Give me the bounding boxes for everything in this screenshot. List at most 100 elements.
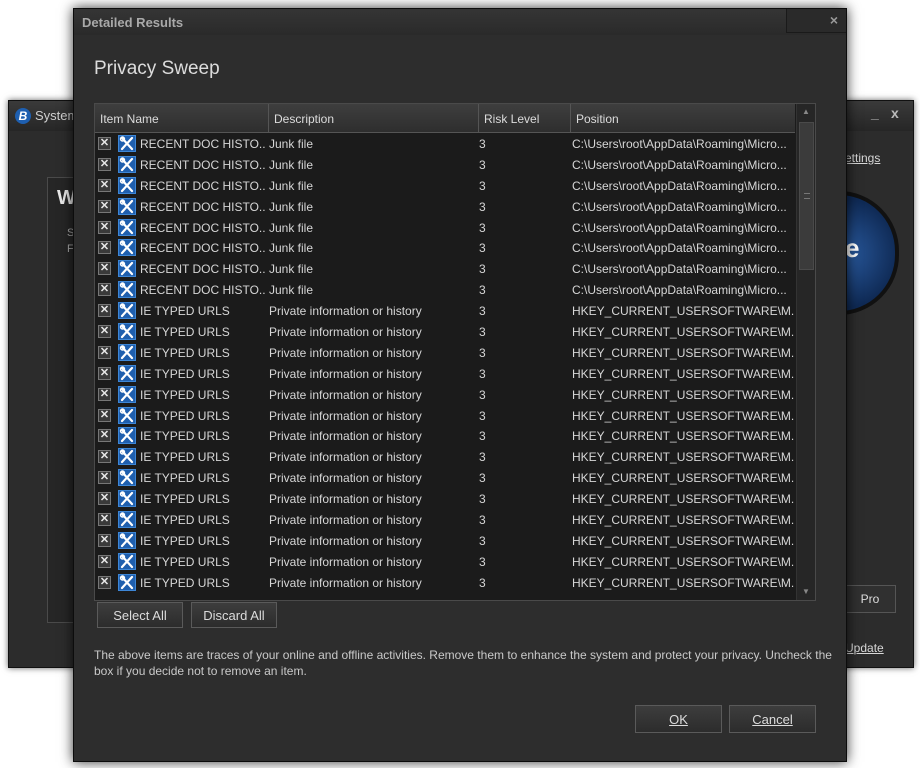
item-name-cell: IE TYPED URLS xyxy=(140,533,230,548)
column-header-risk-level[interactable]: Risk Level xyxy=(479,104,571,132)
row-checkbox[interactable]: ✕ xyxy=(98,178,111,192)
repair-tools-icon xyxy=(118,552,136,570)
row-checkbox[interactable]: ✕ xyxy=(98,492,111,506)
item-name-cell: IE TYPED URLS xyxy=(140,450,230,465)
settings-link[interactable]: ettings xyxy=(845,151,880,165)
discard-all-button[interactable]: Discard All xyxy=(191,602,277,628)
position-cell: HKEY_CURRENT_USERSOFTWARE\M... xyxy=(572,575,794,590)
item-name-cell: IE TYPED URLS xyxy=(140,575,230,590)
repair-tools-icon xyxy=(118,385,136,403)
table-row[interactable]: ✕ IE TYPED URLS Private information or his… xyxy=(95,342,795,363)
description-cell: Private information or history xyxy=(269,450,422,465)
risk-level-cell: 3 xyxy=(479,137,486,151)
item-name-cell: RECENT DOC HISTO... xyxy=(140,241,266,256)
table-row[interactable]: ✕ RECENT DOC HISTO... Junk file 3 C:\Users\r… xyxy=(95,279,795,300)
row-checkbox[interactable]: ✕ xyxy=(98,262,111,276)
description-cell: Junk file xyxy=(269,283,314,298)
table-row[interactable]: ✕ RECENT DOC HISTO... Junk file 3 C:\Users\r… xyxy=(95,133,795,154)
table-row[interactable]: ✕ IE TYPED URLS Private information or his… xyxy=(95,488,795,509)
table-row[interactable]: ✕ IE TYPED URLS Private information or his… xyxy=(95,425,795,446)
position-cell: C:\Users\root\AppData\Roaming\Micro... xyxy=(572,283,787,298)
description-cell: Private information or history xyxy=(269,492,422,507)
select-all-button[interactable]: Select All xyxy=(97,602,183,628)
description-cell: Private information or history xyxy=(269,408,422,423)
row-checkbox[interactable]: ✕ xyxy=(98,304,111,318)
table-row[interactable]: ✕ RECENT DOC HISTO... Junk file 3 C:\Users\r… xyxy=(95,196,795,217)
position-cell: HKEY_CURRENT_USERSOFTWARE\M... xyxy=(572,387,794,402)
table-row[interactable]: ✕ IE TYPED URLS Private information or his… xyxy=(95,509,795,530)
repair-tools-icon xyxy=(118,427,136,445)
table-row[interactable]: ✕ IE TYPED URLS Private information or his… xyxy=(95,405,795,426)
table-row[interactable]: ✕ RECENT DOC HISTO... Junk file 3 C:\Users\r… xyxy=(95,258,795,279)
info-text: The above items are traces of your onlin… xyxy=(94,648,832,678)
update-link[interactable]: Update xyxy=(845,641,884,655)
close-button[interactable]: × xyxy=(786,9,846,33)
minimize-icon[interactable]: _ xyxy=(871,105,879,121)
column-header-position[interactable]: Position xyxy=(571,104,795,132)
description-cell: Private information or history xyxy=(269,325,422,340)
table-row[interactable]: ✕ RECENT DOC HISTO... Junk file 3 C:\Users\r… xyxy=(95,217,795,238)
item-name-cell: IE TYPED URLS xyxy=(140,304,230,319)
description-cell: Junk file xyxy=(269,241,314,256)
pro-button[interactable]: Pro xyxy=(844,585,896,613)
row-checkbox[interactable]: ✕ xyxy=(98,325,111,339)
description-cell: Junk file xyxy=(269,137,314,151)
risk-level-cell: 3 xyxy=(479,178,486,193)
position-cell: HKEY_CURRENT_USERSOFTWARE\M... xyxy=(572,408,794,423)
row-checkbox[interactable]: ✕ xyxy=(98,199,111,213)
table-row[interactable]: ✕ RECENT DOC HISTO... Junk file 3 C:\Users\r… xyxy=(95,154,795,175)
position-cell: HKEY_CURRENT_USERSOFTWARE\M... xyxy=(572,471,794,486)
table-row[interactable]: ✕ IE TYPED URLS Private information or his… xyxy=(95,467,795,488)
cancel-button[interactable]: Cancel xyxy=(729,705,816,733)
vertical-scrollbar[interactable]: ▲ ▼ xyxy=(796,104,815,600)
position-cell: HKEY_CURRENT_USERSOFTWARE\M... xyxy=(572,345,794,360)
row-checkbox[interactable]: ✕ xyxy=(98,241,111,255)
ok-button[interactable]: OK xyxy=(635,705,722,733)
position-cell: C:\Users\root\AppData\Roaming\Micro... xyxy=(572,241,787,256)
table-row[interactable]: ✕ IE TYPED URLS Private information or his… xyxy=(95,572,795,593)
row-checkbox[interactable]: ✕ xyxy=(98,471,111,485)
row-checkbox[interactable]: ✕ xyxy=(98,408,111,422)
column-header-description[interactable]: Description xyxy=(269,104,479,132)
column-header-item-name[interactable]: Item Name xyxy=(95,104,269,132)
background-close-icon[interactable]: x xyxy=(891,105,899,121)
item-name-cell: RECENT DOC HISTO... xyxy=(140,178,266,193)
item-name-cell: IE TYPED URLS xyxy=(140,429,230,444)
table-row[interactable]: ✕ IE TYPED URLS Private information or his… xyxy=(95,446,795,467)
table-row[interactable]: ✕ IE TYPED URLS Private information or his… xyxy=(95,551,795,572)
table-row[interactable]: ✕ IE TYPED URLS Private information or his… xyxy=(95,300,795,321)
scroll-down-icon[interactable]: ▼ xyxy=(797,584,815,600)
row-checkbox[interactable]: ✕ xyxy=(98,533,111,547)
position-cell: HKEY_CURRENT_USERSOFTWARE\M... xyxy=(572,429,794,444)
row-checkbox[interactable]: ✕ xyxy=(98,220,111,234)
table-row[interactable]: ✕ IE TYPED URLS Private information or his… xyxy=(95,363,795,384)
row-checkbox[interactable]: ✕ xyxy=(98,157,111,171)
description-cell: Private information or history xyxy=(269,429,422,444)
position-cell: HKEY_CURRENT_USERSOFTWARE\M... xyxy=(572,533,794,548)
repair-tools-icon xyxy=(118,531,136,549)
repair-tools-icon xyxy=(118,490,136,508)
table-row[interactable]: ✕ IE TYPED URLS Private information or his… xyxy=(95,321,795,342)
scrollbar-thumb[interactable] xyxy=(799,122,814,270)
table-row[interactable]: ✕ RECENT DOC HISTO... Junk file 3 C:\Users\r… xyxy=(95,237,795,258)
row-checkbox[interactable]: ✕ xyxy=(98,554,111,568)
row-checkbox[interactable]: ✕ xyxy=(98,366,111,380)
row-checkbox[interactable]: ✕ xyxy=(98,137,111,150)
table-row[interactable]: ✕ IE TYPED URLS Private information or his… xyxy=(95,384,795,405)
risk-level-cell: 3 xyxy=(479,513,486,528)
position-cell: C:\Users\root\AppData\Roaming\Micro... xyxy=(572,178,787,193)
repair-tools-icon xyxy=(118,511,136,529)
row-checkbox[interactable]: ✕ xyxy=(98,345,111,359)
row-checkbox[interactable]: ✕ xyxy=(98,575,111,589)
risk-level-cell: 3 xyxy=(479,262,486,277)
row-checkbox[interactable]: ✕ xyxy=(98,283,111,297)
scroll-up-icon[interactable]: ▲ xyxy=(797,104,815,120)
row-checkbox[interactable]: ✕ xyxy=(98,429,111,443)
table-row[interactable]: ✕ RECENT DOC HISTO... Junk file 3 C:\Users\r… xyxy=(95,175,795,196)
row-checkbox[interactable]: ✕ xyxy=(98,450,111,464)
position-cell: C:\Users\root\AppData\Roaming\Micro... xyxy=(572,157,787,172)
row-checkbox[interactable]: ✕ xyxy=(98,387,111,401)
row-checkbox[interactable]: ✕ xyxy=(98,513,111,527)
table-row[interactable]: ✕ IE TYPED URLS Private information or his… xyxy=(95,530,795,551)
detailed-results-dialog: Detailed Results × Privacy Sweep Item Na… xyxy=(73,8,847,762)
